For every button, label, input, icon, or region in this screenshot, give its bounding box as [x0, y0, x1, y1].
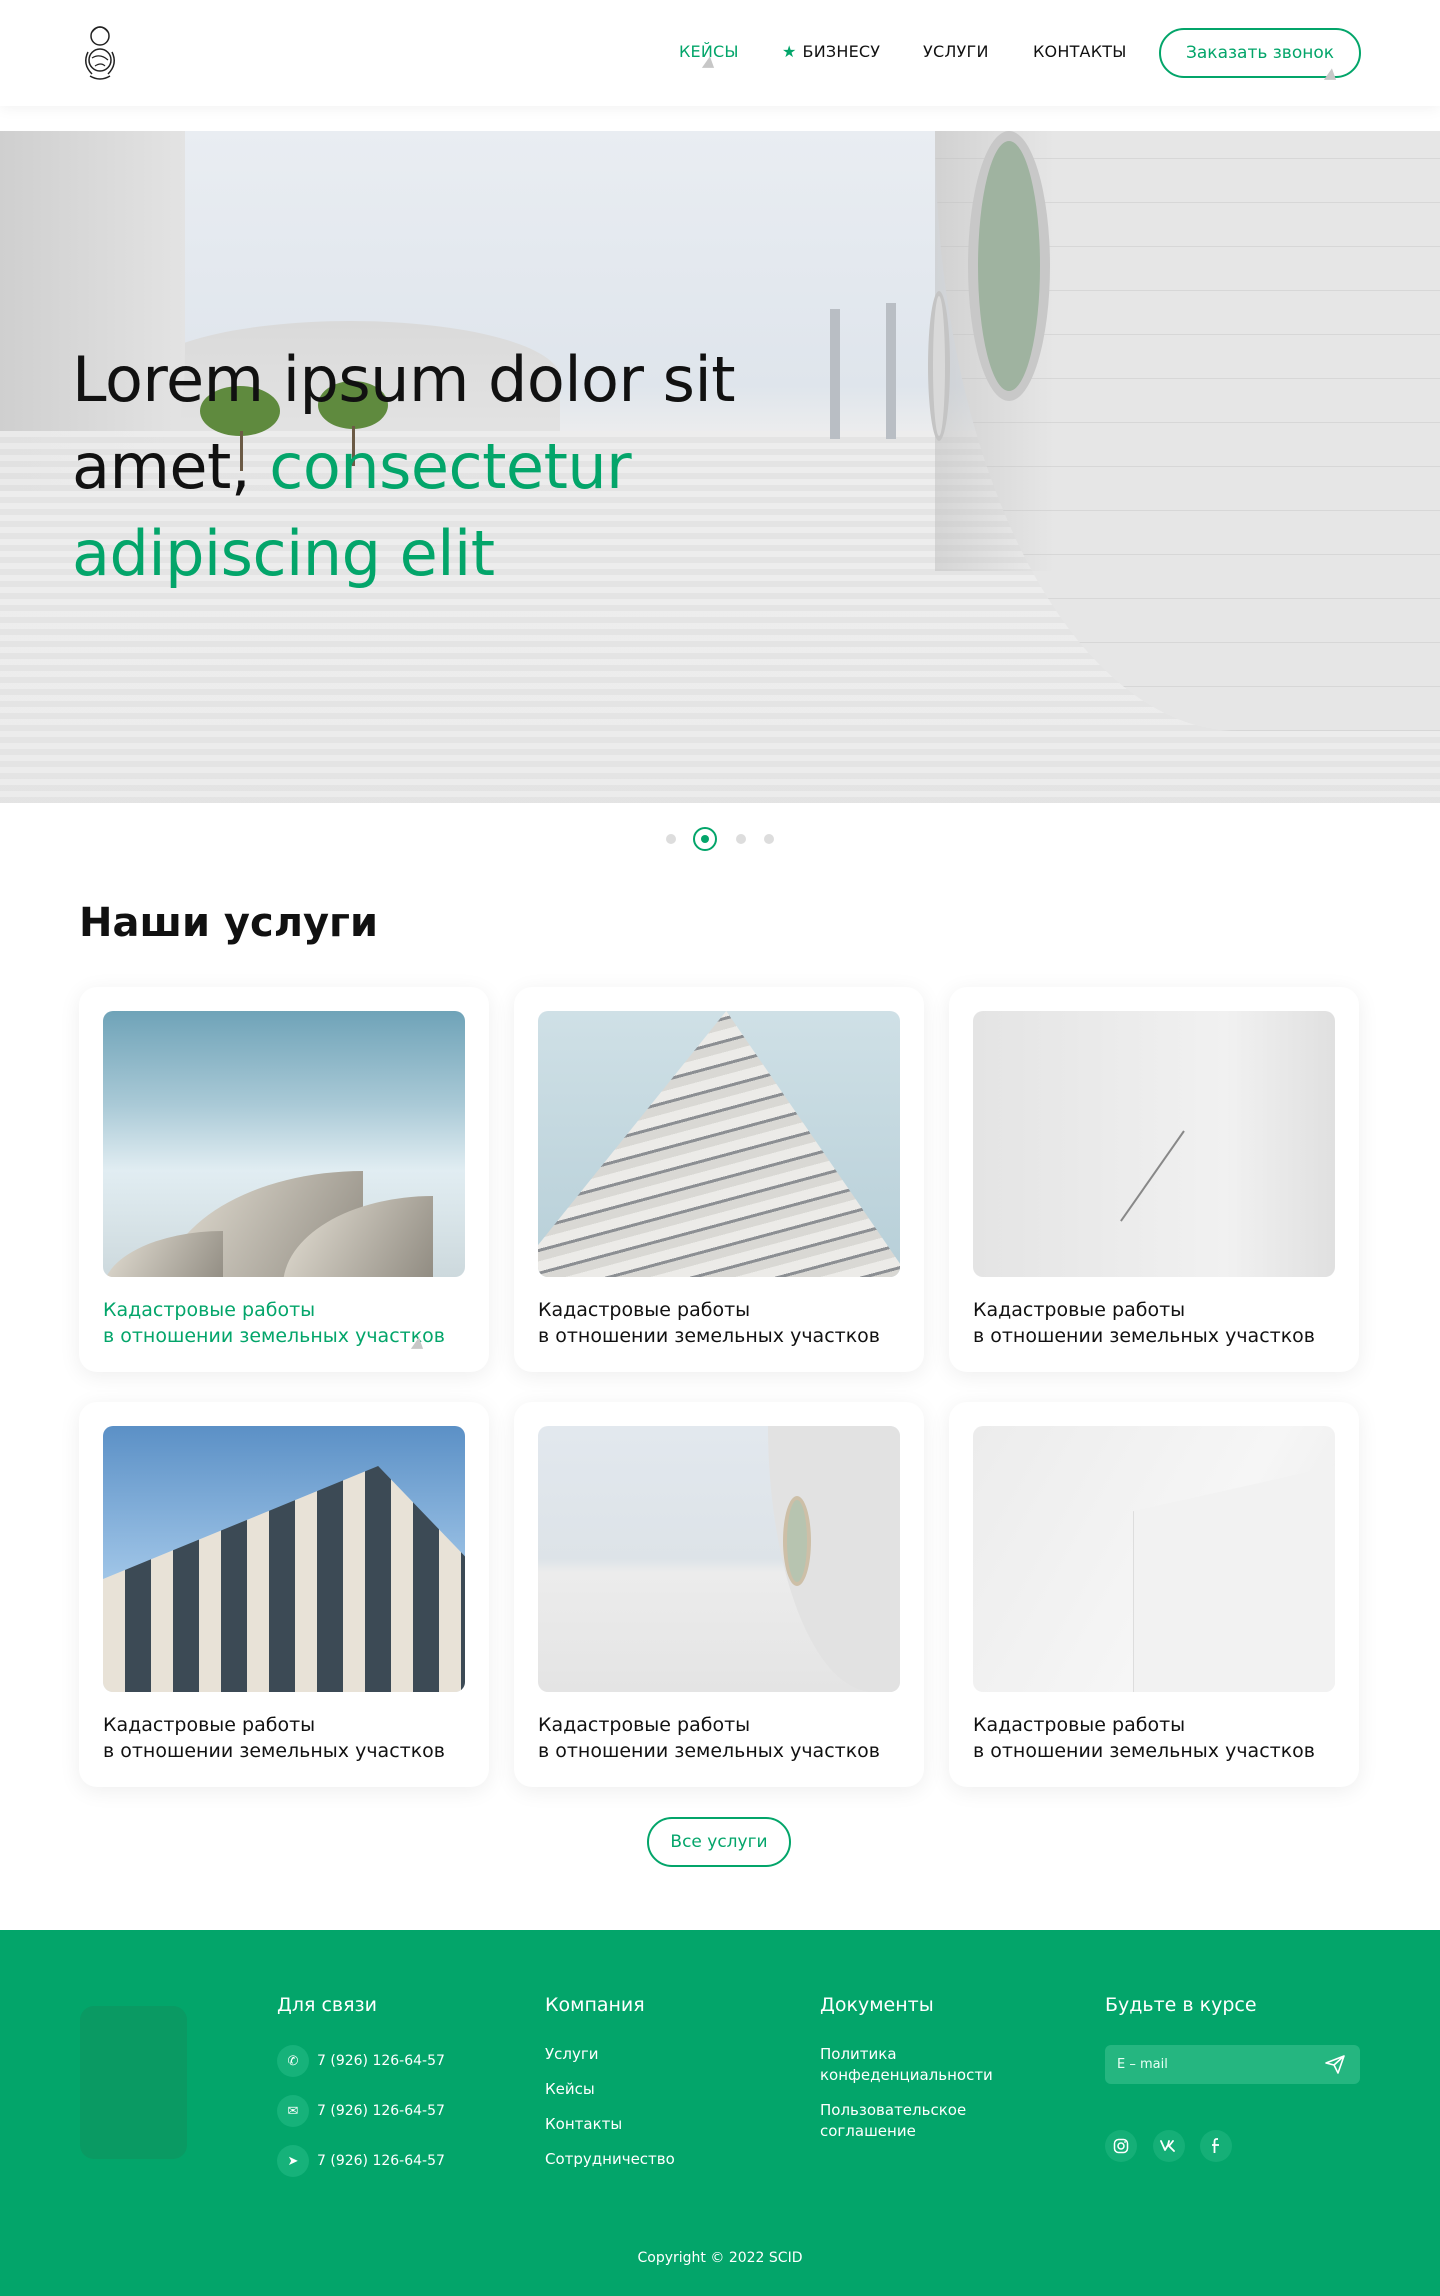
service-card-title-line2: в отношении земельных участков: [103, 1740, 445, 1762]
service-card-title-line2: в отношении земельных участков: [973, 1740, 1315, 1762]
service-card[interactable]: Кадастровые работы в отношении земельных…: [79, 987, 489, 1372]
footer-link-contacts[interactable]: Контакты: [545, 2114, 622, 2135]
footer-link-privacy[interactable]: Политика конфеденциальности: [820, 2044, 993, 2086]
footer-link-agreement-line2: соглашение: [820, 2122, 916, 2140]
footer-link-services[interactable]: Услуги: [545, 2044, 598, 2065]
nav-contacts[interactable]: КОНТАКТЫ: [1033, 42, 1127, 61]
logo-icon[interactable]: [78, 22, 126, 84]
all-services-button[interactable]: Все услуги: [647, 1817, 791, 1867]
vk-icon[interactable]: [1153, 2130, 1185, 2162]
service-card[interactable]: Кадастровые работы в отношении земельных…: [949, 987, 1359, 1372]
hero-pillar: [886, 303, 896, 439]
hero-round-window: [928, 291, 950, 441]
services-title: Наши услуги: [79, 900, 378, 946]
service-card-title-line1: Кадастровые работы: [103, 1714, 316, 1736]
service-card-title: Кадастровые работы в отношении земельных…: [973, 1712, 1343, 1764]
service-card-title-line1: Кадастровые работы: [973, 1714, 1186, 1736]
footer-phone[interactable]: 7 (926) 126-64-57: [317, 2153, 445, 2169]
footer-link-cooperation[interactable]: Сотрудничество: [545, 2149, 675, 2170]
nav-services[interactable]: УСЛУГИ: [923, 42, 989, 61]
mail-icon[interactable]: ✉: [277, 2095, 309, 2127]
slider-dot-active[interactable]: [693, 827, 717, 851]
nav-business-label: БИЗНЕСУ: [802, 42, 881, 61]
site-footer: Для связи ✆ 7 (926) 126-64-57 ✉ 7 (926) …: [0, 1930, 1440, 2296]
service-card[interactable]: Кадастровые работы в отношении земельных…: [514, 1402, 924, 1787]
slider-dot[interactable]: [666, 834, 676, 844]
service-card[interactable]: Кадастровые работы в отношении земельных…: [514, 987, 924, 1372]
service-card-title-line1: Кадастровые работы: [103, 1299, 316, 1321]
footer-contact-title: Для связи: [277, 1994, 377, 2016]
hero-title: Lorem ipsum dolor sit amet, consectetur …: [72, 336, 832, 597]
copyright: Copyright © 2022 SCID: [637, 2250, 803, 2266]
footer-phone[interactable]: 7 (926) 126-64-57: [317, 2103, 445, 2119]
service-card-title-line1: Кадастровые работы: [538, 1299, 751, 1321]
footer-link-agreement-line1: Пользовательское: [820, 2101, 967, 2119]
service-card-title: Кадастровые работы в отношении земельных…: [103, 1712, 473, 1764]
footer-subscribe-title: Будьте в курсе: [1105, 1994, 1257, 2016]
slider-dot[interactable]: [736, 834, 746, 844]
service-image: [103, 1426, 465, 1692]
service-image: [538, 1426, 900, 1692]
footer-logo[interactable]: [80, 2006, 187, 2159]
service-image: [103, 1011, 465, 1277]
hero-banner: Lorem ipsum dolor sit amet, consectetur …: [0, 131, 1440, 803]
telegram-icon[interactable]: ➤: [277, 2145, 309, 2177]
service-image: [973, 1011, 1335, 1277]
footer-link-privacy-line1: Политика: [820, 2045, 897, 2063]
email-input[interactable]: [1105, 2045, 1360, 2084]
slider-dot[interactable]: [764, 834, 774, 844]
footer-link-privacy-line2: конфеденциальности: [820, 2066, 993, 2084]
service-card-title-line1: Кадастровые работы: [538, 1714, 751, 1736]
nav-business[interactable]: ★ БИЗНЕСУ: [782, 42, 880, 61]
service-card[interactable]: Кадастровые работы в отношении земельных…: [79, 1402, 489, 1787]
hero-round-window: [968, 131, 1050, 401]
service-card-title: Кадастровые работы в отношении земельных…: [538, 1297, 908, 1349]
service-image: [538, 1011, 900, 1277]
send-icon[interactable]: [1324, 2053, 1346, 2075]
footer-company-title: Компания: [545, 1994, 645, 2016]
star-icon: ★: [782, 42, 797, 61]
service-card-title-line1: Кадастровые работы: [973, 1299, 1186, 1321]
instagram-icon[interactable]: [1105, 2130, 1137, 2162]
service-image: [973, 1426, 1335, 1692]
service-card-title-line2: в отношении земельных участков: [538, 1325, 880, 1347]
service-card-title: Кадастровые работы в отношении земельных…: [973, 1297, 1343, 1349]
footer-phone[interactable]: 7 (926) 126-64-57: [317, 2053, 445, 2069]
service-card-title-line2: в отношении земельных участков: [973, 1325, 1315, 1347]
site-header: КЕЙСЫ ★ БИЗНЕСУ УСЛУГИ КОНТАКТЫ Заказать …: [0, 0, 1440, 106]
service-card-title-line2: в отношении земельных участков: [538, 1740, 880, 1762]
service-card-title: Кадастровые работы в отношении земельных…: [538, 1712, 908, 1764]
whatsapp-icon[interactable]: ✆: [277, 2045, 309, 2077]
footer-link-agreement[interactable]: Пользовательское соглашение: [820, 2100, 966, 2142]
facebook-icon[interactable]: [1200, 2130, 1232, 2162]
footer-link-cases[interactable]: Кейсы: [545, 2079, 595, 2100]
footer-docs-title: Документы: [820, 1994, 934, 2016]
service-card[interactable]: Кадастровые работы в отношении земельных…: [949, 1402, 1359, 1787]
